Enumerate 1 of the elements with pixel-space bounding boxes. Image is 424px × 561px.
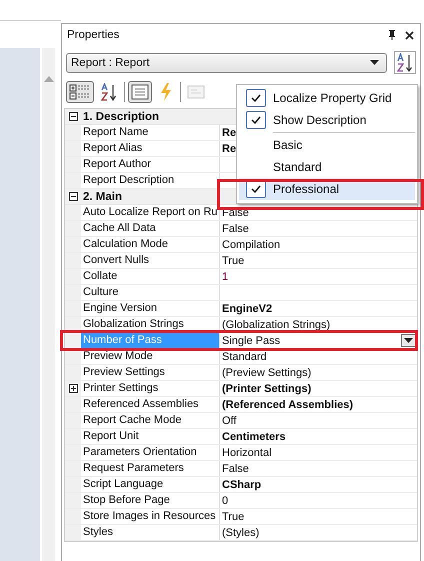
panel-title: Properties <box>67 29 120 41</box>
